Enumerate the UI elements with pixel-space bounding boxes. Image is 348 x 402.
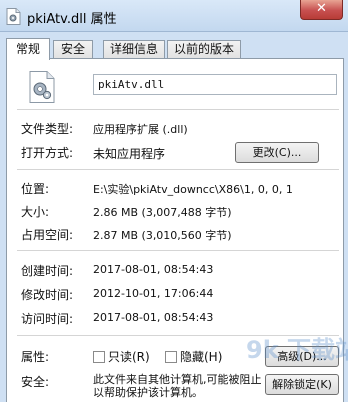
open-with-label: 打开方式: — [21, 146, 74, 160]
unblock-button[interactable]: 解除锁定(K) — [265, 374, 339, 395]
tab-security[interactable]: 安全 — [53, 40, 93, 59]
size-label: 大小: — [21, 205, 50, 219]
readonly-label: 只读(R) — [108, 350, 150, 364]
file-type-label: 文件类型: — [21, 122, 74, 136]
divider — [17, 169, 339, 170]
hidden-label: 隐藏(H) — [180, 350, 223, 364]
checkbox-box[interactable] — [165, 351, 177, 363]
file-name-field[interactable]: pkiAtv.dll — [93, 74, 337, 95]
disk-size-value: 2.87 MB (3,010,560 字节) — [93, 229, 232, 242]
size-value: 2.86 MB (3,007,488 字节) — [93, 206, 232, 219]
attributes-label: 属性: — [21, 350, 50, 364]
advanced-button[interactable]: 高级(D)... — [265, 346, 339, 367]
hidden-checkbox[interactable]: 隐藏(H) — [165, 348, 222, 365]
close-button[interactable]: ✕ — [300, 0, 343, 20]
window-title: pkiAtv.dll 属性 — [27, 12, 117, 27]
title-bar: pkiAtv.dll 属性 ✕ — [0, 0, 348, 32]
disk-size-label: 占用空间: — [21, 228, 74, 242]
location-label: 位置: — [21, 182, 50, 196]
dll-gear-file-icon — [29, 71, 55, 103]
change-button[interactable]: 更改(C)... — [235, 142, 319, 163]
security-label: 安全: — [21, 375, 50, 389]
checkbox-box[interactable] — [93, 351, 105, 363]
general-panel: pkiAtv.dll 文件类型: 应用程序扩展 (.dll) 打开方式: 未知应… — [6, 58, 344, 402]
divider — [17, 109, 339, 110]
tab-previous-versions[interactable]: 以前的版本 — [167, 40, 241, 59]
location-value: E:\实验\pkiAtv_downcc\X86\1, 0, 0, 1 — [93, 183, 293, 196]
open-with-value: 未知应用程序 — [93, 147, 166, 161]
tab-details[interactable]: 详细信息 — [103, 40, 165, 59]
tab-general[interactable]: 常规 — [6, 38, 50, 60]
readonly-checkbox[interactable]: 只读(R) — [93, 348, 150, 365]
created-value: 2017-08-01, 08:54:43 — [93, 263, 214, 276]
created-label: 创建时间: — [21, 264, 74, 278]
dll-file-icon — [6, 8, 21, 25]
divider — [17, 335, 339, 336]
file-type-value: 应用程序扩展 (.dll) — [93, 123, 188, 136]
close-icon: ✕ — [316, 1, 327, 16]
modified-value: 2012-10-01, 17:06:44 — [93, 287, 214, 300]
modified-label: 修改时间: — [21, 288, 74, 302]
accessed-label: 访问时间: — [21, 312, 74, 326]
accessed-value: 2017-08-01, 08:54:43 — [93, 311, 214, 324]
divider — [17, 250, 339, 251]
security-warning-text: 此文件来自其他计算机,可能被阻止以帮助保护该计算机。 — [93, 373, 262, 399]
